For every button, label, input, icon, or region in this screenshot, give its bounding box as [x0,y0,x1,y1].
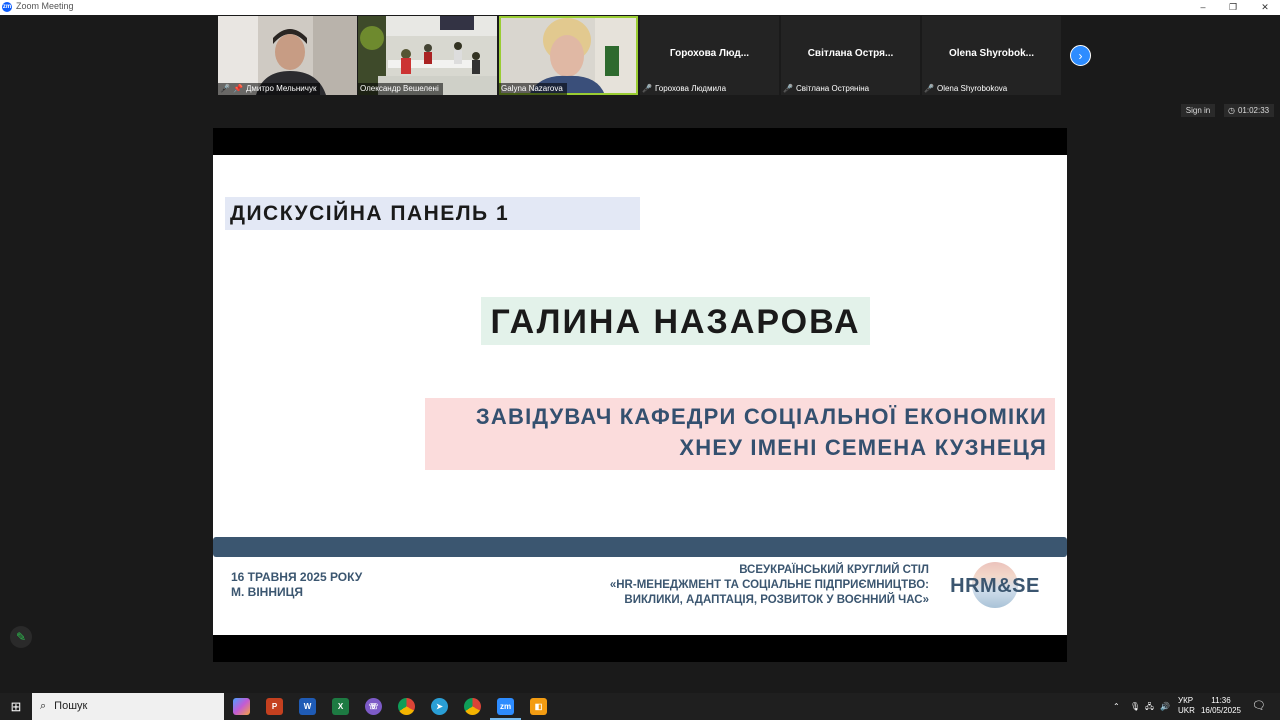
sticky-app-icon[interactable]: ◧ [530,698,547,715]
participant-name: Світлана Остряніна [795,84,870,93]
event-title: ВСЕУКРАЇНСЬКИЙ КРУГЛИЙ СТІЛ «HR-МЕНЕДЖМЕ… [553,563,929,608]
participant-display-name: Горохова Люд... [669,48,750,59]
panel-label: ДИСКУСІЙНА ПАНЕЛЬ 1 [225,197,640,230]
language-indicator[interactable]: УКР UKR [1178,696,1195,716]
date-line-2: М. ВІННИЦЯ [231,585,304,599]
participant-tile[interactable]: Olena Shyrobok... 🎤 Olena Shyrobokova [922,16,1061,95]
mic-muted-icon: 🎤 [642,84,652,93]
event-line-1: ВСЕУКРАЇНСЬКИЙ КРУГЛИЙ СТІЛ [739,564,929,576]
word-icon[interactable]: W [299,698,316,715]
viber-icon[interactable]: ☏ [365,698,382,715]
clock-icon: ◷ [1228,106,1235,115]
participant-caption: Galyna Nazarova [499,83,567,95]
excel-icon[interactable]: X [332,698,349,715]
participant-strip: 🎤 📌 Дмитро Мельничук Олександр Вешелені G [218,16,1061,96]
windows-taskbar: ⊞ ⌕ Пошук P W X ☏ ➤ zm ◧ ⌃ 🎙 🖧 🔊 УКР UKR … [0,693,1280,720]
microphone-icon[interactable]: 🎙 [1130,693,1140,720]
participant-display-name: Olena Shyrobok... [948,48,1035,59]
window-titlebar: zm Zoom Meeting – ❐ ✕ [0,0,1280,15]
mic-muted-icon: 🎤 [783,84,793,93]
mic-muted-icon: 🎤 [220,84,230,93]
window-title: Zoom Meeting [16,1,74,11]
clock-date: 16/05/2025 [1200,706,1242,715]
participant-tile-active-speaker[interactable]: Galyna Nazarova [499,16,638,95]
speaker-position: ЗАВІДУВАЧ КАФЕДРИ СОЦІАЛЬНОЇ ЕКОНОМІКИ Х… [425,398,1055,470]
chevron-right-icon[interactable]: › [1070,45,1091,66]
sign-in-button[interactable]: Sign in [1181,104,1215,117]
pin-icon: 📌 [232,84,243,93]
annotate-pencil-icon[interactable]: ✎ [10,626,32,648]
hrm-se-logo: HRM&SE [948,561,1042,611]
participant-tile[interactable]: 🎤 📌 Дмитро Мельничук [218,16,357,95]
zoom-icon[interactable]: zm [490,698,521,720]
event-date: 16 ТРАВНЯ 2025 РОКУ М. ВІННИЦЯ [231,570,362,600]
participant-tile[interactable]: Світлана Остря... 🎤 Світлана Остряніна [781,16,920,95]
chrome-profile-icon[interactable] [464,698,481,715]
participant-name: Galyna Nazarova [501,84,563,93]
event-line-2: «HR-МЕНЕДЖМЕНТ ТА СОЦІАЛЬНЕ ПІДПРИЄМНИЦТ… [609,579,929,591]
participant-name: Горохова Людмила [654,84,727,93]
copilot-icon[interactable] [233,698,250,715]
powerpoint-icon[interactable]: P [266,698,283,715]
minimize-button[interactable]: – [1188,0,1218,15]
participant-caption: 🎤 Горохова Людмила [640,83,730,95]
position-line-1: ЗАВІДУВАЧ КАФЕДРИ СОЦІАЛЬНОЇ ЕКОНОМІКИ [475,404,1047,429]
participant-tile[interactable]: Горохова Люд... 🎤 Горохова Людмила [640,16,779,95]
volume-icon[interactable]: 🔊 [1160,693,1170,720]
lang-line-2: UKR [1178,706,1195,715]
participant-name: Olena Shyrobokova [936,84,1008,93]
chrome-icon[interactable] [398,698,415,715]
tray-chevron-up-icon[interactable]: ⌃ [1113,693,1120,720]
meeting-timer: ◷ 01:02:33 [1224,104,1274,117]
shared-screen: ДИСКУСІЙНА ПАНЕЛЬ 1 ГАЛИНА НАЗАРОВА ЗАВІ… [213,128,1067,662]
participant-name: Олександр Вешелені [360,84,439,93]
network-icon[interactable]: 🖧 [1145,693,1154,720]
participant-caption: Олександр Вешелені [358,83,443,95]
notification-icon[interactable]: 🗨 [1252,693,1266,720]
speaker-name: ГАЛИНА НАЗАРОВА [481,297,870,345]
participant-name: Дмитро Мельничук [245,84,317,93]
timer-value: 01:02:33 [1237,106,1270,115]
mic-muted-icon: 🎤 [924,84,934,93]
participant-tile[interactable]: Олександр Вешелені [358,16,497,95]
position-line-2: ХНЕУ ІМЕНІ СЕМЕНА КУЗНЕЦЯ [679,435,1047,460]
zoom-logo-icon: zm [2,2,12,12]
presentation-slide: ДИСКУСІЙНА ПАНЕЛЬ 1 ГАЛИНА НАЗАРОВА ЗАВІ… [213,155,1067,635]
participant-display-name: Світлана Остря... [807,48,894,59]
participant-caption: 🎤 📌 Дмитро Мельничук [218,83,321,95]
telegram-icon[interactable]: ➤ [431,698,448,715]
participant-caption: 🎤 Світлана Остряніна [781,83,873,95]
windows-start-icon[interactable]: ⊞ [0,693,32,720]
taskbar-clock[interactable]: 11:36 16/05/2025 [1198,696,1244,716]
clock-time: 11:36 [1211,696,1231,705]
close-button[interactable]: ✕ [1250,0,1280,15]
maximize-button[interactable]: ❐ [1218,0,1248,15]
lang-line-1: УКР [1178,696,1194,705]
event-line-3: ВИКЛИКИ, АДАПТАЦІЯ, РОЗВИТОК У ВОЄННИЙ Ч… [624,594,929,606]
slide-divider-bar [213,537,1067,557]
search-placeholder: Пошук [54,700,88,712]
date-line-1: 16 ТРАВНЯ 2025 РОКУ [231,570,363,584]
search-icon: ⌕ [40,700,47,712]
taskbar-search[interactable]: ⌕ Пошук [32,693,224,720]
participant-caption: 🎤 Olena Shyrobokova [922,83,1011,95]
logo-text: HRM&SE [950,575,1040,597]
